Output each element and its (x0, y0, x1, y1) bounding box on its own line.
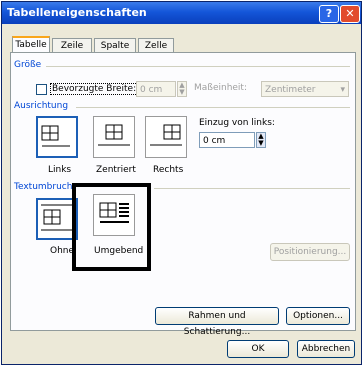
dialog-window: Tabelleneigenschaften ? ✕ Tabelle Zeile … (1, 1, 362, 365)
unit-label: Maßeinheit: (194, 83, 247, 93)
wrap-none-icon (41, 204, 72, 231)
borders-shading-button[interactable]: Rahmen und Schattierung... (155, 307, 279, 337)
align-center-option[interactable] (93, 116, 135, 158)
align-left-label: Links (48, 165, 72, 175)
chevron-down-icon: ▾ (340, 85, 345, 95)
divider (154, 188, 350, 189)
indent-input[interactable]: 0 cm (199, 132, 255, 148)
unit-value: Zentimeter (265, 85, 316, 95)
divider (76, 107, 350, 108)
align-left-option[interactable] (36, 116, 78, 158)
groesse-heading: Größe (14, 60, 42, 70)
tab-label: Tabelle (15, 40, 47, 50)
wrap-none-label: Ohne (50, 246, 75, 256)
tab-label: Zeile (60, 41, 84, 51)
ausrichtung-heading: Ausrichtung (14, 101, 69, 111)
positioning-button[interactable]: Positionierung... (270, 243, 350, 261)
indent-spinner[interactable]: ▲ ▼ (256, 132, 266, 148)
align-center-label: Zentriert (96, 165, 136, 175)
align-right-label: Rechts (153, 165, 184, 175)
tab-zelle[interactable]: Zelle (138, 38, 174, 53)
table-left-icon (41, 125, 70, 147)
pref-width-label: Bevorzugte Breite: (50, 83, 139, 95)
options-button[interactable]: Optionen... (286, 307, 350, 325)
tab-label: Spalte (100, 41, 130, 51)
indent-label: Einzug von links: (199, 118, 275, 128)
dialog-title: Tabelleneigenschaften (7, 6, 147, 19)
tab-zeile[interactable]: Zeile (52, 38, 92, 53)
close-button[interactable]: ✕ (340, 5, 360, 23)
table-right-icon (150, 124, 182, 146)
tab-spalte[interactable]: Spalte (94, 38, 136, 53)
pref-width-input[interactable]: 0 cm (136, 81, 176, 97)
highlight-box (72, 183, 151, 271)
table-center-icon (98, 124, 130, 146)
pref-width-checkbox[interactable] (36, 84, 47, 95)
unit-select[interactable]: Zentimeter ▾ (261, 81, 349, 97)
align-right-option[interactable] (145, 116, 187, 158)
title-bar: Tabelleneigenschaften ? ✕ (2, 2, 361, 24)
textumbruch-heading: Textumbruch (14, 182, 73, 192)
help-button[interactable]: ? (319, 5, 339, 23)
divider (46, 66, 350, 67)
pref-width-spinner[interactable]: ▲ ▼ (177, 81, 187, 97)
cancel-button[interactable]: Abbrechen (297, 340, 355, 358)
tab-label: Zelle (144, 41, 168, 51)
ok-button[interactable]: OK (227, 340, 289, 358)
